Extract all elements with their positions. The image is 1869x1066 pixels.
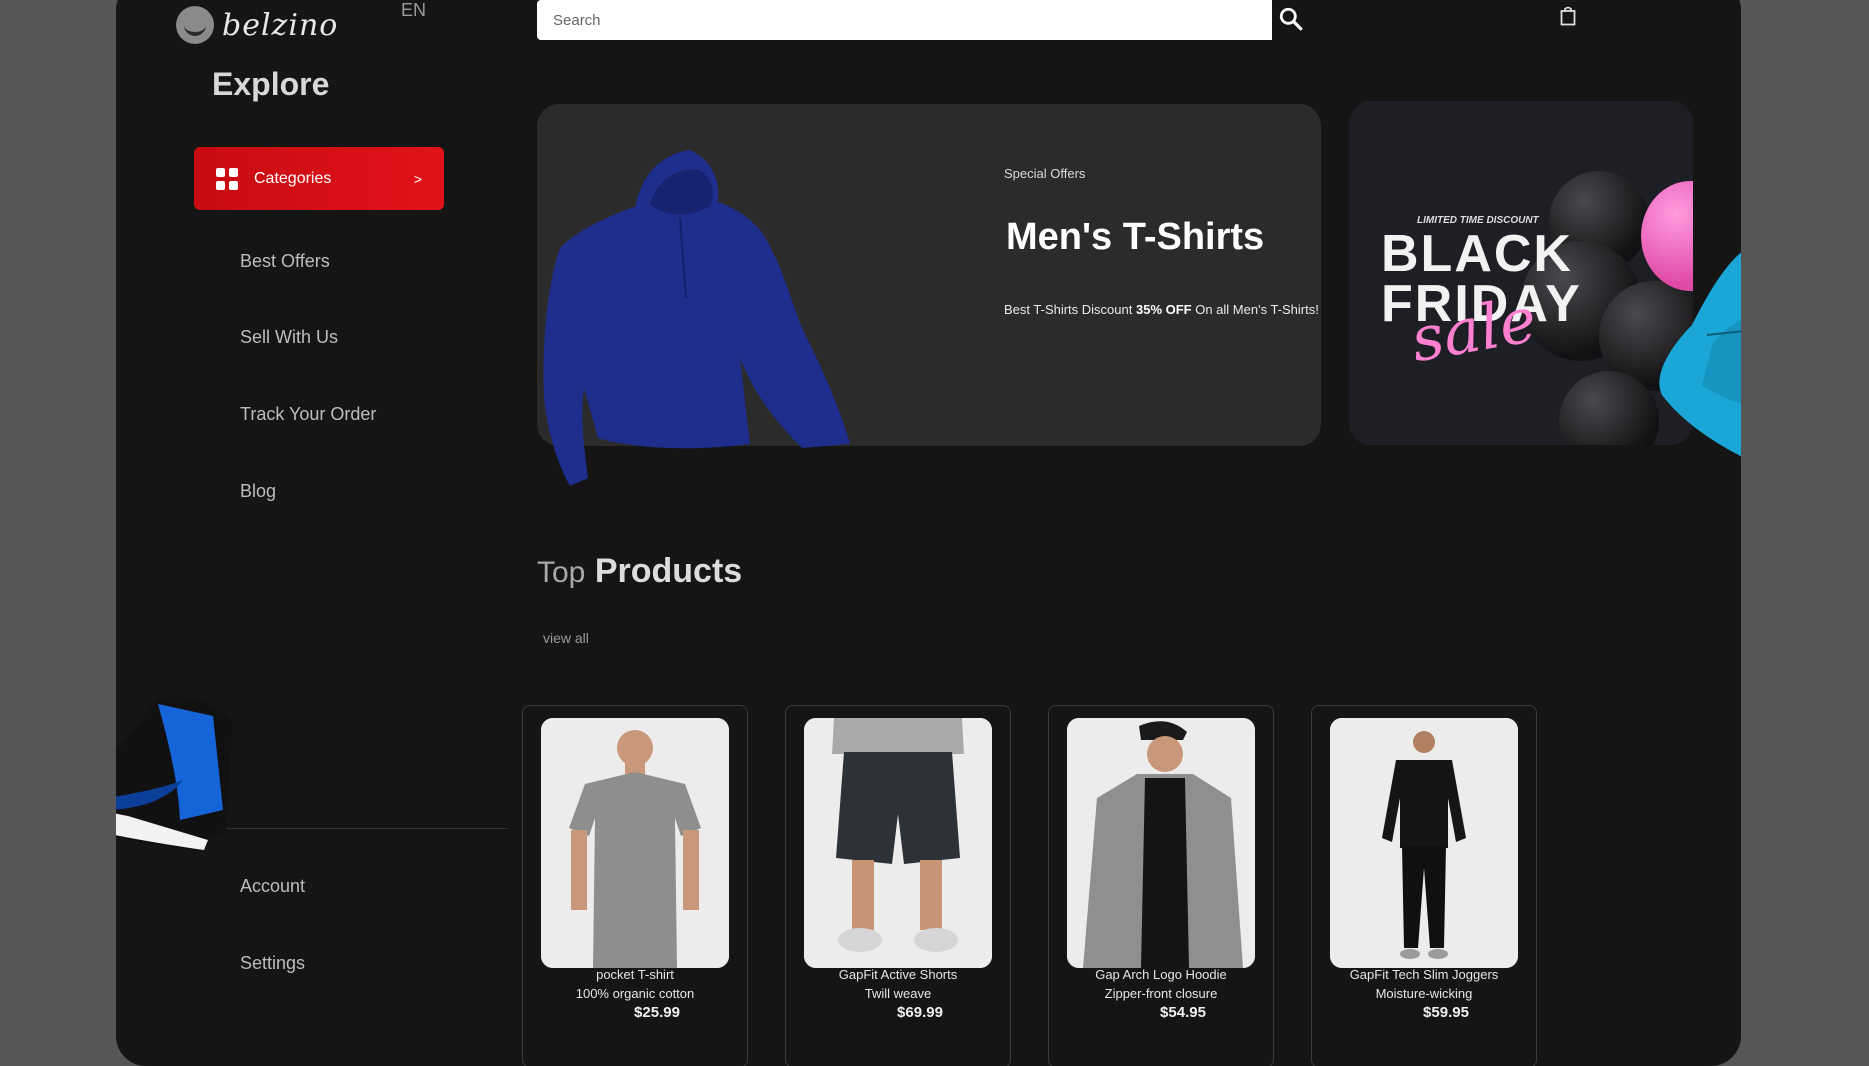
- backpack-image: [1659, 252, 1741, 457]
- search-icon[interactable]: [1278, 6, 1304, 32]
- sidebar-item-blog[interactable]: Blog: [240, 481, 276, 502]
- sidebar-item-account[interactable]: Account: [240, 876, 305, 897]
- sidebar-title: Explore: [212, 66, 330, 102]
- hero-title: Men's T-Shirts: [1006, 216, 1265, 258]
- product-price: $59.95: [1423, 1004, 1469, 1021]
- product-image: [541, 718, 729, 968]
- promo-line1: BLACK: [1381, 225, 1573, 283]
- categories-button[interactable]: Categories >: [194, 147, 444, 210]
- hero-description: Best T-Shirts Discount 35% OFF On all Me…: [1004, 302, 1319, 317]
- hero-eyebrow: Special Offers: [1004, 166, 1086, 181]
- logo-mark-icon: [176, 6, 214, 44]
- product-image: [1067, 718, 1255, 968]
- hero-desc-prefix: Best T-Shirts Discount: [1004, 302, 1136, 317]
- hoodie-image: [543, 150, 850, 486]
- sidebar-divider: [226, 828, 508, 829]
- hero-desc-suffix: On all Men's T-Shirts!: [1191, 302, 1319, 317]
- product-card[interactable]: GapFit Active Shorts Twill weave $69.99: [785, 705, 1011, 1066]
- product-price: $69.99: [897, 1004, 943, 1021]
- search-placeholder: Search: [553, 11, 601, 29]
- brand-logo[interactable]: belzino: [176, 6, 338, 44]
- sidebar-item-settings[interactable]: Settings: [240, 953, 305, 974]
- product-price: $25.99: [634, 1004, 680, 1021]
- sidebar-item-sell-with-us[interactable]: Sell With Us: [240, 327, 338, 348]
- categories-label: Categories: [254, 169, 332, 187]
- product-card[interactable]: GapFit Tech Slim Joggers Moisture-wickin…: [1311, 705, 1537, 1066]
- product-desc: Twill weave: [864, 986, 932, 1001]
- product-card[interactable]: pocket T-shirt 100% organic cotton $25.9…: [522, 705, 748, 1066]
- search-input[interactable]: Search: [537, 0, 1272, 40]
- product-image: [804, 718, 992, 968]
- sidebar-item-track-order[interactable]: Track Your Order: [240, 404, 376, 425]
- product-desc: Moisture-wicking: [1375, 986, 1473, 1001]
- product-price: $54.95: [1160, 1004, 1206, 1021]
- sneaker-image: [116, 696, 233, 850]
- product-name: pocket T-shirt: [596, 967, 674, 982]
- shopping-bag-icon[interactable]: [1560, 6, 1576, 26]
- grid-icon: [216, 167, 238, 190]
- section-title: Top Products: [537, 552, 742, 591]
- product-name: GapFit Active Shorts: [838, 967, 958, 982]
- section-title-bold: Products: [594, 552, 743, 590]
- product-desc: Zipper-front closure: [1104, 986, 1218, 1001]
- hero-desc-highlight: 35% OFF: [1135, 302, 1192, 317]
- language-selector[interactable]: EN: [401, 0, 426, 21]
- product-name: Gap Arch Logo Hoodie: [1095, 967, 1227, 982]
- brand-name: belzino: [222, 7, 339, 43]
- chevron-right-icon: >: [413, 170, 422, 187]
- product-image: [1330, 718, 1518, 968]
- app-window: belzino EN Explore Categories > Best Off…: [116, 0, 1741, 1066]
- product-desc: 100% organic cotton: [575, 986, 695, 1001]
- view-all-link[interactable]: view all: [543, 630, 589, 646]
- product-card[interactable]: Gap Arch Logo Hoodie Zipper-front closur…: [1048, 705, 1274, 1066]
- product-name: GapFit Tech Slim Joggers: [1349, 967, 1499, 982]
- section-title-light: Top: [537, 556, 586, 589]
- sidebar-item-best-offers[interactable]: Best Offers: [240, 251, 330, 272]
- black-friday-promo[interactable]: LIMITED TIME DISCOUNT BLACK FRIDAY sale: [1349, 101, 1693, 445]
